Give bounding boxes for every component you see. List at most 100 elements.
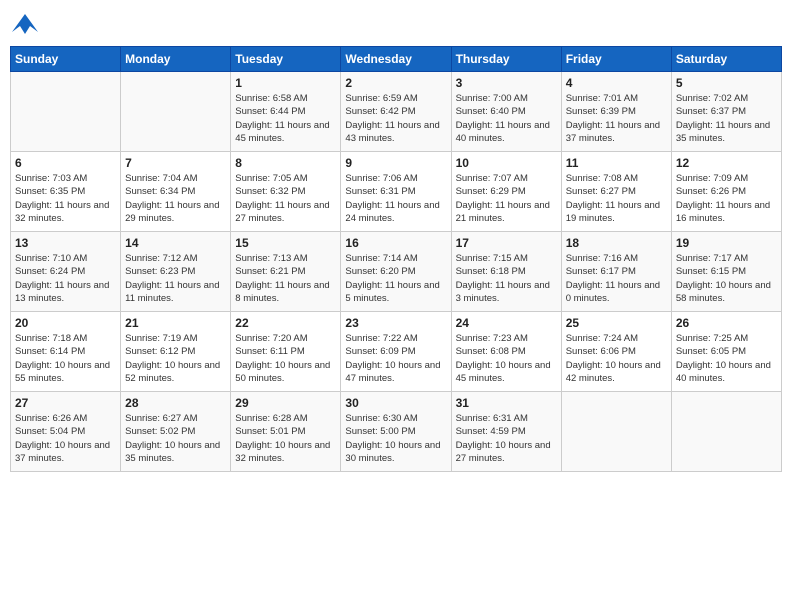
day-info: Sunrise: 7:03 AM Sunset: 6:35 PM Dayligh… — [15, 172, 116, 225]
calendar-table: SundayMondayTuesdayWednesdayThursdayFrid… — [10, 46, 782, 472]
calendar-cell: 9 Sunrise: 7:06 AM Sunset: 6:31 PM Daylig… — [341, 152, 451, 232]
day-number: 16 — [345, 236, 446, 250]
calendar-cell — [561, 392, 671, 472]
day-number: 29 — [235, 396, 336, 410]
day-info: Sunrise: 7:23 AM Sunset: 6:08 PM Dayligh… — [456, 332, 557, 385]
day-number: 30 — [345, 396, 446, 410]
calendar-week-5: 27 Sunrise: 6:26 AM Sunset: 5:04 PM Dayli… — [11, 392, 782, 472]
day-info: Sunrise: 6:28 AM Sunset: 5:01 PM Dayligh… — [235, 412, 336, 465]
day-number: 20 — [15, 316, 116, 330]
calendar-cell: 4 Sunrise: 7:01 AM Sunset: 6:39 PM Daylig… — [561, 72, 671, 152]
calendar-cell: 28Sunrise: 6:27 AM Sunset: 5:02 PM Dayli… — [121, 392, 231, 472]
calendar-cell: 5 Sunrise: 7:02 AM Sunset: 6:37 PM Daylig… — [671, 72, 781, 152]
day-number: 26 — [676, 316, 777, 330]
day-info: Sunrise: 7:09 AM Sunset: 6:26 PM Dayligh… — [676, 172, 777, 225]
calendar-cell: 25Sunrise: 7:24 AM Sunset: 6:06 PM Dayli… — [561, 312, 671, 392]
day-number: 3 — [456, 76, 557, 90]
weekday-header-sunday: Sunday — [11, 47, 121, 72]
calendar-cell: 24 Sunrise: 7:23 AM Sunset: 6:08 PM Dayli… — [451, 312, 561, 392]
day-number: 11 — [566, 156, 667, 170]
logo — [10, 10, 44, 38]
calendar-cell: 22 Sunrise: 7:20 AM Sunset: 6:11 PM Dayli… — [231, 312, 341, 392]
day-info: Sunrise: 7:18 AM Sunset: 6:14 PM Dayligh… — [15, 332, 116, 385]
calendar-cell — [121, 72, 231, 152]
day-number: 17 — [456, 236, 557, 250]
calendar-cell: 26 Sunrise: 7:25 AM Sunset: 6:05 PM Dayli… — [671, 312, 781, 392]
day-number: 31 — [456, 396, 557, 410]
day-number: 6 — [15, 156, 116, 170]
calendar-week-2: 6 Sunrise: 7:03 AM Sunset: 6:35 PM Daylig… — [11, 152, 782, 232]
day-number: 24 — [456, 316, 557, 330]
weekday-header-thursday: Thursday — [451, 47, 561, 72]
day-info: Sunrise: 7:20 AM Sunset: 6:11 PM Dayligh… — [235, 332, 336, 385]
day-info: Sunrise: 7:00 AM Sunset: 6:40 PM Dayligh… — [456, 92, 557, 145]
day-number: 27 — [15, 396, 116, 410]
day-number: 22 — [235, 316, 336, 330]
calendar-week-1: 1 Sunrise: 6:58 AM Sunset: 6:44 PM Daylig… — [11, 72, 782, 152]
day-info: Sunrise: 6:31 AM Sunset: 4:59 PM Dayligh… — [456, 412, 557, 465]
calendar-cell: 19 Sunrise: 7:17 AM Sunset: 6:15 PM Dayli… — [671, 232, 781, 312]
day-number: 13 — [15, 236, 116, 250]
calendar-cell: 30 Sunrise: 6:30 AM Sunset: 5:00 PM Dayli… — [341, 392, 451, 472]
day-info: Sunrise: 7:22 AM Sunset: 6:09 PM Dayligh… — [345, 332, 446, 385]
calendar-cell: 10Sunrise: 7:07 AM Sunset: 6:29 PM Dayli… — [451, 152, 561, 232]
day-info: Sunrise: 7:14 AM Sunset: 6:20 PM Dayligh… — [345, 252, 446, 305]
calendar-cell: 3 Sunrise: 7:00 AM Sunset: 6:40 PM Daylig… — [451, 72, 561, 152]
day-number: 1 — [235, 76, 336, 90]
day-info: Sunrise: 6:58 AM Sunset: 6:44 PM Dayligh… — [235, 92, 336, 145]
day-number: 23 — [345, 316, 446, 330]
day-number: 10 — [456, 156, 557, 170]
day-info: Sunrise: 7:02 AM Sunset: 6:37 PM Dayligh… — [676, 92, 777, 145]
calendar-week-3: 13Sunrise: 7:10 AM Sunset: 6:24 PM Dayli… — [11, 232, 782, 312]
calendar-week-4: 20 Sunrise: 7:18 AM Sunset: 6:14 PM Dayli… — [11, 312, 782, 392]
day-info: Sunrise: 7:19 AM Sunset: 6:12 PM Dayligh… — [125, 332, 226, 385]
calendar-cell: 11 Sunrise: 7:08 AM Sunset: 6:27 PM Dayli… — [561, 152, 671, 232]
day-info: Sunrise: 6:30 AM Sunset: 5:00 PM Dayligh… — [345, 412, 446, 465]
weekday-header-tuesday: Tuesday — [231, 47, 341, 72]
day-number: 8 — [235, 156, 336, 170]
day-info: Sunrise: 7:06 AM Sunset: 6:31 PM Dayligh… — [345, 172, 446, 225]
logo-icon — [10, 10, 40, 38]
day-number: 5 — [676, 76, 777, 90]
calendar-cell: 20 Sunrise: 7:18 AM Sunset: 6:14 PM Dayli… — [11, 312, 121, 392]
calendar-cell: 15 Sunrise: 7:13 AM Sunset: 6:21 PM Dayli… — [231, 232, 341, 312]
calendar-cell — [671, 392, 781, 472]
day-number: 4 — [566, 76, 667, 90]
calendar-cell: 16 Sunrise: 7:14 AM Sunset: 6:20 PM Dayli… — [341, 232, 451, 312]
day-info: Sunrise: 7:25 AM Sunset: 6:05 PM Dayligh… — [676, 332, 777, 385]
day-number: 25 — [566, 316, 667, 330]
weekday-header-saturday: Saturday — [671, 47, 781, 72]
calendar-cell: 7 Sunrise: 7:04 AM Sunset: 6:34 PM Daylig… — [121, 152, 231, 232]
weekday-header-friday: Friday — [561, 47, 671, 72]
day-info: Sunrise: 7:08 AM Sunset: 6:27 PM Dayligh… — [566, 172, 667, 225]
day-number: 15 — [235, 236, 336, 250]
calendar-cell: 13Sunrise: 7:10 AM Sunset: 6:24 PM Dayli… — [11, 232, 121, 312]
calendar-cell: 12 Sunrise: 7:09 AM Sunset: 6:26 PM Dayli… — [671, 152, 781, 232]
calendar-cell: 21 Sunrise: 7:19 AM Sunset: 6:12 PM Dayli… — [121, 312, 231, 392]
day-number: 28 — [125, 396, 226, 410]
calendar-cell: 31 Sunrise: 6:31 AM Sunset: 4:59 PM Dayli… — [451, 392, 561, 472]
day-info: Sunrise: 7:15 AM Sunset: 6:18 PM Dayligh… — [456, 252, 557, 305]
calendar-cell — [11, 72, 121, 152]
day-number: 19 — [676, 236, 777, 250]
day-number: 14 — [125, 236, 226, 250]
day-info: Sunrise: 7:13 AM Sunset: 6:21 PM Dayligh… — [235, 252, 336, 305]
day-number: 21 — [125, 316, 226, 330]
calendar-cell: 14Sunrise: 7:12 AM Sunset: 6:23 PM Dayli… — [121, 232, 231, 312]
calendar-cell: 18Sunrise: 7:16 AM Sunset: 6:17 PM Dayli… — [561, 232, 671, 312]
day-number: 18 — [566, 236, 667, 250]
calendar-cell: 17 Sunrise: 7:15 AM Sunset: 6:18 PM Dayli… — [451, 232, 561, 312]
day-number: 9 — [345, 156, 446, 170]
page-header — [10, 10, 782, 38]
day-info: Sunrise: 7:01 AM Sunset: 6:39 PM Dayligh… — [566, 92, 667, 145]
calendar-cell: 1 Sunrise: 6:58 AM Sunset: 6:44 PM Daylig… — [231, 72, 341, 152]
day-number: 12 — [676, 156, 777, 170]
day-number: 2 — [345, 76, 446, 90]
calendar-cell: 29 Sunrise: 6:28 AM Sunset: 5:01 PM Dayli… — [231, 392, 341, 472]
calendar-cell: 8Sunrise: 7:05 AM Sunset: 6:32 PM Daylig… — [231, 152, 341, 232]
day-number: 7 — [125, 156, 226, 170]
day-info: Sunrise: 6:26 AM Sunset: 5:04 PM Dayligh… — [15, 412, 116, 465]
day-info: Sunrise: 7:04 AM Sunset: 6:34 PM Dayligh… — [125, 172, 226, 225]
weekday-header-wednesday: Wednesday — [341, 47, 451, 72]
day-info: Sunrise: 7:17 AM Sunset: 6:15 PM Dayligh… — [676, 252, 777, 305]
